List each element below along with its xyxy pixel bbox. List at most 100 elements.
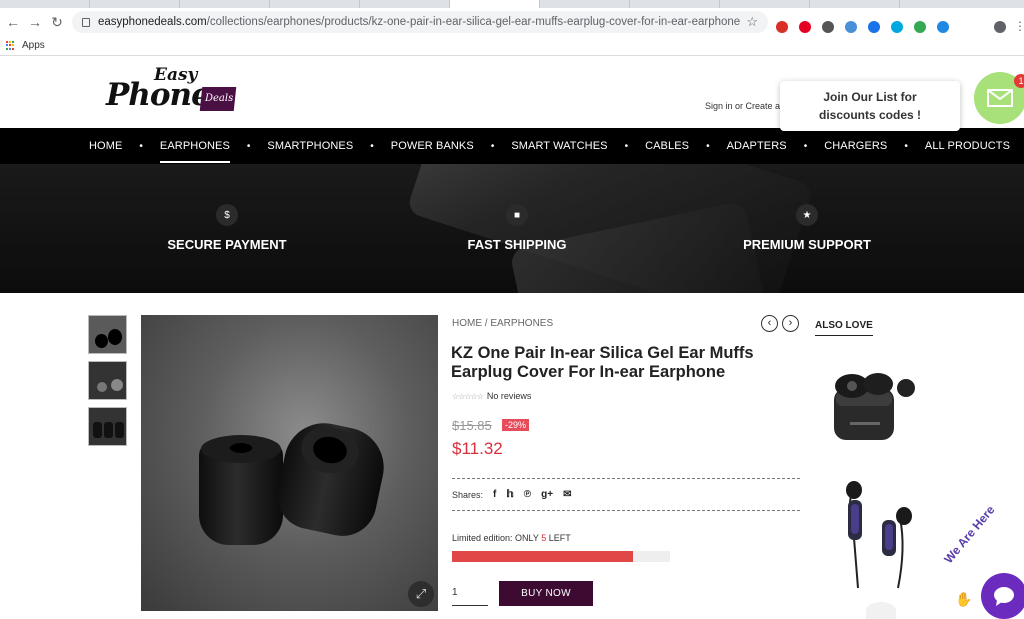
pinterest-icon[interactable]	[799, 21, 811, 33]
extension-icon[interactable]	[776, 21, 788, 33]
site-header: Easy Phone Deals Sign in or Create an Jo…	[0, 57, 1024, 131]
envelope-icon	[987, 89, 1013, 107]
discount-badge: -29%	[502, 419, 530, 431]
feature-label: SECURE PAYMENT	[167, 237, 287, 252]
nav-separator: •	[246, 140, 251, 152]
url-host: easyphonedeals.com	[98, 16, 207, 28]
feature-label: PREMIUM SUPPORT	[743, 237, 871, 252]
browser-tab[interactable]	[630, 0, 720, 8]
browser-tab[interactable]	[810, 0, 900, 8]
thumb-plug-shape	[95, 334, 108, 348]
browser-tab[interactable]	[540, 0, 630, 8]
newsletter-mail-button[interactable]: 1	[974, 72, 1024, 124]
quantity-input[interactable]: 1	[452, 584, 488, 606]
bookmark-star-icon[interactable]: ☆	[746, 14, 758, 30]
extension-icon[interactable]	[868, 21, 880, 33]
extension-icon[interactable]	[937, 21, 949, 33]
stock-progress-bar	[452, 551, 670, 562]
browser-tab[interactable]	[90, 0, 180, 8]
nav-smart-watches[interactable]: SMART WATCHES	[511, 140, 607, 152]
pinterest-icon[interactable]: ℗	[524, 489, 531, 500]
back-icon[interactable]: ←	[2, 11, 24, 33]
reload-icon[interactable]: ↻	[46, 11, 68, 33]
product-thumbnail[interactable]	[88, 407, 127, 446]
reviews-summary[interactable]: ☆☆☆☆☆ No reviews	[452, 391, 531, 401]
browser-tab-active[interactable]	[450, 0, 540, 8]
chat-invite-text[interactable]: We Are Here	[941, 503, 997, 566]
thumb-plug-shape	[93, 422, 102, 438]
expand-icon[interactable]: ⤢	[408, 581, 434, 607]
extension-icon[interactable]	[891, 21, 903, 33]
email-icon[interactable]: ✉	[563, 489, 571, 500]
product-main-image[interactable]: ⤢	[141, 315, 438, 611]
forward-icon[interactable]: →	[24, 11, 46, 33]
divider	[452, 478, 800, 479]
url-text: easyphonedeals.com/collections/earphones…	[98, 16, 740, 28]
lock-icon	[82, 17, 90, 27]
thumb-plug-shape	[108, 329, 122, 345]
google-plus-icon[interactable]: g+	[541, 489, 553, 500]
browser-tab[interactable]	[270, 0, 360, 8]
signin-link[interactable]: Sign in or Create an	[705, 101, 785, 111]
twitter-icon[interactable]: 𝕙	[506, 489, 513, 500]
nav-earphones[interactable]: EARPHONES	[159, 140, 230, 163]
bookmarks-bar: Apps	[0, 36, 1024, 56]
nav-smartphones[interactable]: SMARTPHONES	[267, 140, 353, 152]
nav-home[interactable]: HOME	[89, 140, 122, 152]
browser-toolbar: ← → ↻ easyphonedeals.com/collections/ear…	[0, 8, 1024, 36]
profile-icon[interactable]	[994, 21, 1006, 33]
related-product-image[interactable]	[866, 602, 896, 619]
nav-cables[interactable]: CABLES	[645, 140, 689, 152]
address-bar[interactable]: easyphonedeals.com/collections/earphones…	[72, 11, 768, 33]
facebook-icon[interactable]: f	[493, 489, 496, 500]
thumb-plug-shape	[97, 382, 107, 392]
nav-separator: •	[139, 140, 143, 152]
browser-tab-strip[interactable]	[0, 0, 1024, 8]
product-title: KZ One Pair In-ear Silica Gel Ear Muffs …	[451, 344, 754, 381]
site-logo[interactable]: Easy Phone Deals	[106, 65, 237, 115]
nav-chargers[interactable]: CHARGERS	[824, 140, 887, 152]
nav-separator: •	[490, 140, 495, 152]
rating-stars-icon: ☆☆☆☆☆	[452, 391, 484, 401]
apps-bookmark[interactable]: Apps	[22, 40, 45, 51]
extension-icon[interactable]	[914, 21, 926, 33]
eyedropper-icon[interactable]	[822, 21, 834, 33]
share-bar: Shares: f 𝕙 ℗ g+ ✉	[452, 489, 571, 500]
logo-phone-text: Phone	[106, 77, 211, 113]
related-product-earbuds-image[interactable]	[830, 366, 920, 446]
sale-price: $11.32	[452, 439, 503, 458]
product-thumbnail[interactable]	[88, 315, 127, 354]
menu-kebab-icon[interactable]: ⋮	[1014, 19, 1024, 33]
logo-deals-text: Deals	[205, 93, 234, 104]
browser-tab[interactable]	[360, 0, 450, 8]
features-banner: $ SECURE PAYMENT ■ FAST SHIPPING ★ PREMI…	[0, 164, 1024, 293]
feature-premium-support: ★ PREMIUM SUPPORT	[707, 204, 907, 252]
nav-separator: •	[904, 140, 908, 152]
limited-prefix: Limited edition: ONLY	[452, 533, 542, 543]
wave-hand-icon: ✋	[955, 591, 973, 607]
original-price: $15.85	[452, 418, 492, 433]
browser-tab[interactable]	[180, 0, 270, 8]
previous-product-icon[interactable]: ‹	[761, 315, 778, 332]
nav-power-banks[interactable]: POWER BANKS	[391, 140, 474, 152]
browser-tab[interactable]	[0, 0, 90, 8]
feature-secure-payment: $ SECURE PAYMENT	[127, 204, 327, 252]
related-product-neckband-earphones-image[interactable]	[840, 478, 920, 593]
buy-now-button[interactable]: BUY NOW	[499, 581, 593, 606]
apps-grid-icon[interactable]	[6, 40, 16, 51]
earplug-hole	[230, 443, 252, 453]
nav-adapters[interactable]: ADAPTERS	[727, 140, 787, 152]
next-product-icon[interactable]: ›	[782, 315, 799, 332]
feature-label: FAST SHIPPING	[467, 237, 567, 252]
breadcrumb[interactable]: HOME / EARPHONES	[452, 318, 553, 329]
browser-tab[interactable]	[720, 0, 810, 8]
newsletter-popup[interactable]: Join Our List for discounts codes !	[780, 81, 960, 131]
main-navigation: HOME • EARPHONES • SMARTPHONES • POWER BANK…	[0, 128, 1024, 164]
product-thumbnail[interactable]	[88, 361, 127, 400]
also-love-heading: ALSO LOVE	[815, 320, 873, 336]
product-thumbnails	[88, 315, 128, 453]
nav-separator: •	[370, 140, 374, 152]
chat-button[interactable]	[981, 573, 1024, 619]
nav-all-products[interactable]: ALL PRODUCTS	[925, 140, 1010, 152]
extension-icon[interactable]	[845, 21, 857, 33]
